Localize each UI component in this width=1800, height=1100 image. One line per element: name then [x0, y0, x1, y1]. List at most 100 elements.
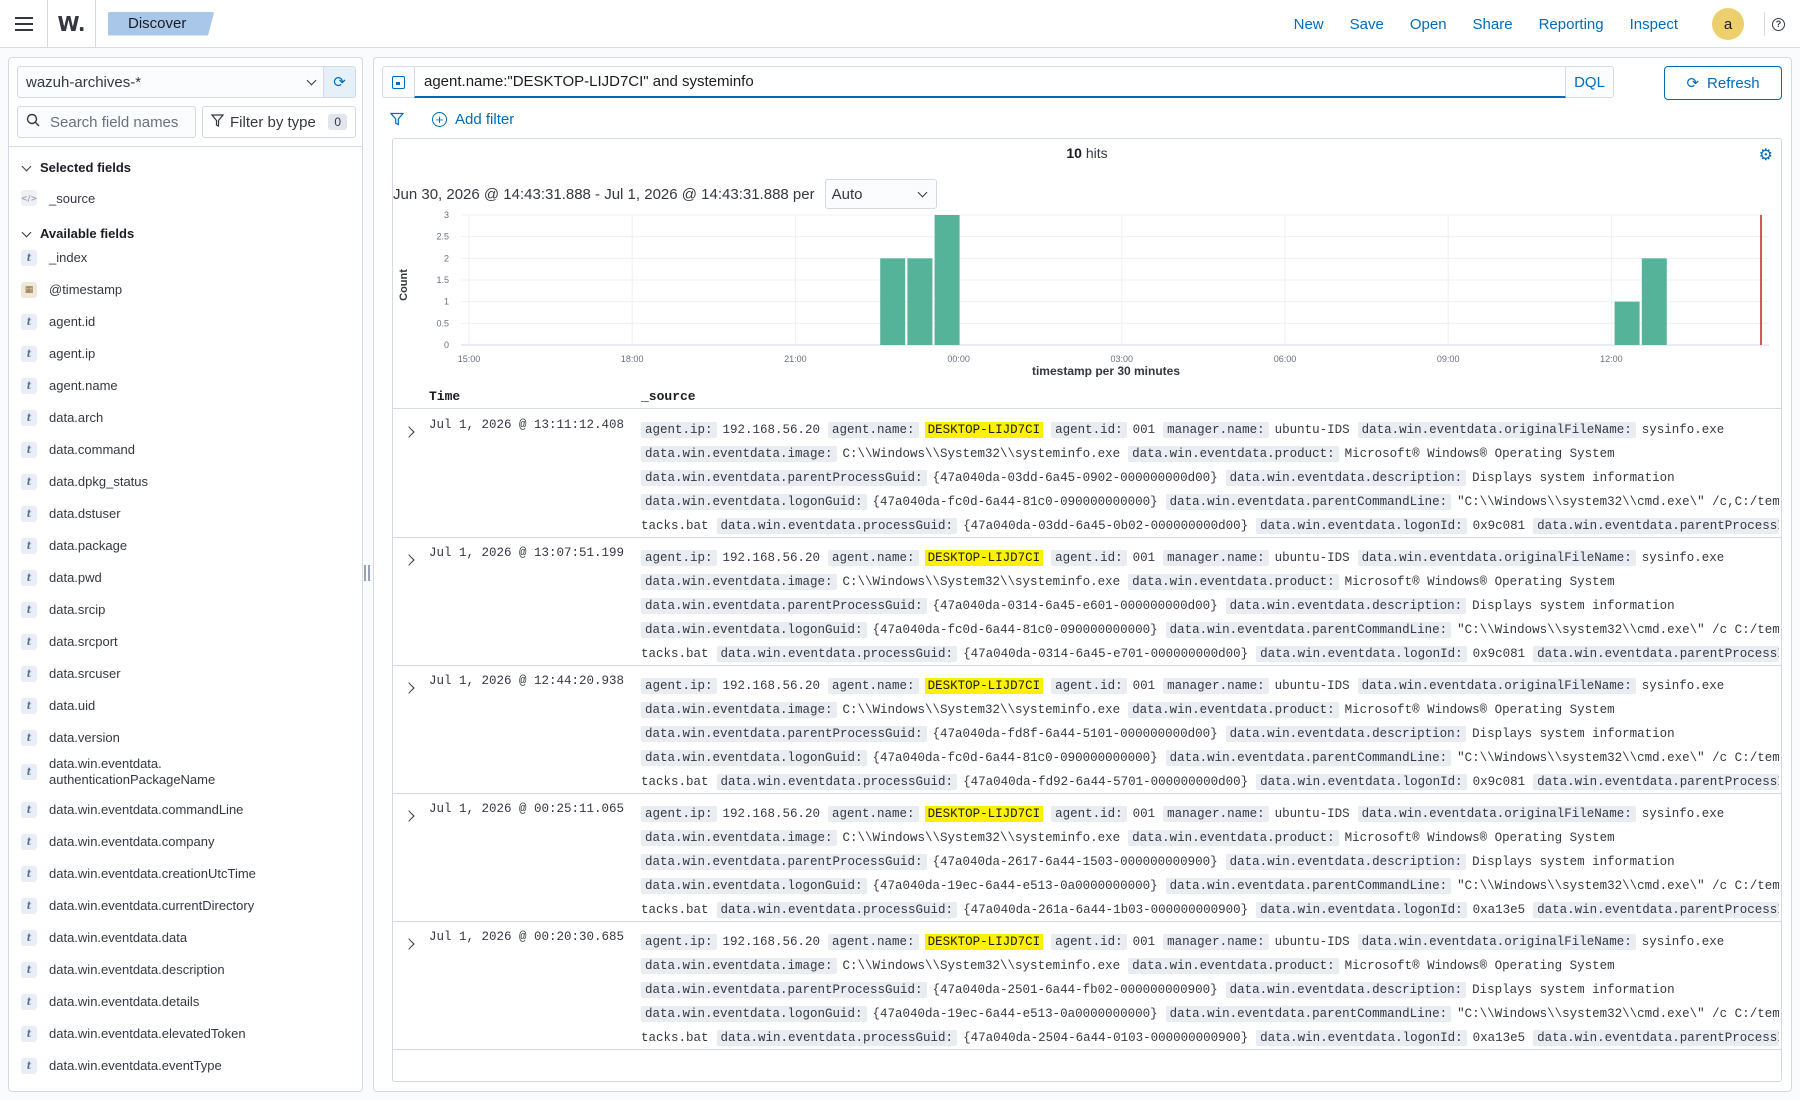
expand-row-chevron-icon[interactable] [403, 682, 415, 694]
chevron-down-icon [306, 75, 317, 86]
saved-query-icon[interactable] [382, 66, 414, 98]
field-key: data.win.eventdata.processGuid: [716, 518, 958, 534]
reporting-button[interactable]: Reporting [1539, 16, 1604, 33]
field-item[interactable]: t data.win.eventdata.company [21, 834, 215, 850]
field-key: data.win.eventdata.parentProcessGuid: [641, 470, 927, 486]
inspect-button[interactable]: Inspect [1630, 16, 1678, 33]
field-item[interactable]: t agent.name [21, 378, 118, 394]
field-item[interactable]: t data.dstuser [21, 506, 121, 522]
selected-fields-title: Selected fields [40, 160, 132, 175]
field-item[interactable]: t data.win.eventdata.elevatedToken [21, 1026, 246, 1042]
row-timestamp: Jul 1, 2026 @ 00:25:11.065 [429, 802, 625, 816]
field-key: data.win.eventdata.product: [1128, 574, 1339, 590]
field-item[interactable]: t agent.ip [21, 346, 95, 362]
histogram-bar [907, 258, 933, 345]
field-item[interactable]: t _index [21, 250, 87, 266]
field-value: Displays system information [1472, 599, 1675, 613]
interval-select[interactable]: Auto [824, 179, 937, 209]
y-tick-label: 0.5 [436, 318, 449, 328]
field-item[interactable]: t data.dpkg_status [21, 474, 148, 490]
y-tick-label: 1.5 [436, 275, 449, 285]
field-key: data.win.eventdata.description: [1225, 726, 1467, 742]
available-fields-toggle[interactable]: Available fields [21, 226, 134, 241]
refresh-index-icon[interactable]: ⟳ [324, 66, 356, 98]
column-header-source[interactable]: _source [641, 389, 696, 404]
expand-row-chevron-icon[interactable] [403, 426, 415, 438]
search-field-names-input[interactable]: Search field names [17, 106, 196, 138]
field-value: 192.168.56.20 [722, 679, 821, 693]
field-key: data.win.eventdata.parentProcessGuid: [641, 726, 927, 742]
field-item[interactable]: t agent.id [21, 314, 95, 330]
table-row: Jul 1, 2026 @ 00:20:30.685 agent.ip: 192.1… [393, 922, 1781, 1050]
save-button[interactable]: Save [1350, 16, 1384, 33]
field-value: sysinfo.exe [1641, 807, 1725, 821]
filter-by-type-button[interactable]: Filter by type 0 [202, 106, 356, 138]
filter-by-type-label: Filter by type [230, 113, 316, 131]
histogram-chart[interactable]: 0 0.5 1 1.5 2 2.5 3 15:00 18:00 21:00 00:00 03:00 06… [393, 207, 1782, 377]
field-item[interactable]: t data.command [21, 442, 135, 458]
column-header-time[interactable]: Time [429, 389, 460, 404]
chart-options-gear-icon[interactable]: ⚙ [1759, 145, 1773, 165]
field-key: data.win.eventdata.description: [1225, 854, 1467, 870]
refresh-button[interactable]: ⟳ Refresh [1664, 66, 1782, 100]
field-item[interactable]: t data.win.eventdata.data [21, 930, 187, 946]
field-item[interactable]: t data.uid [21, 698, 95, 714]
hits-count: 10 hits [393, 145, 1781, 161]
field-key: data.win.eventdata.parentProcessId: [1533, 774, 1779, 790]
help-icon[interactable]: ? [1764, 12, 1792, 36]
share-button[interactable]: Share [1473, 16, 1513, 33]
avatar[interactable]: a [1712, 8, 1744, 40]
open-button[interactable]: Open [1410, 16, 1447, 33]
app-logo[interactable]: W. [48, 0, 96, 48]
string-type-icon: t [21, 962, 37, 978]
field-item[interactable]: t data.srcuser [21, 666, 121, 682]
field-item[interactable]: t data.srcport [21, 634, 118, 650]
field-item[interactable]: t data.win.eventdata.description [21, 962, 225, 978]
field-key: data.win.eventdata.product: [1128, 958, 1339, 974]
field-name: @timestamp [49, 282, 123, 297]
search-icon [26, 113, 40, 131]
field-name: data.win.eventdata.elevatedToken [49, 1026, 246, 1041]
source-line: tacks.bat data.win.eventdata.processGuid:… [641, 642, 1779, 666]
field-item[interactable]: t data.win.eventdata.eventType [21, 1058, 222, 1074]
field-name: data.win.eventdata.creationUtcTime [49, 866, 256, 881]
sidebar-resize-handle[interactable] [364, 565, 370, 581]
field-item[interactable]: t data.pwd [21, 570, 102, 586]
field-value: 0xa13e5 [1472, 1031, 1526, 1045]
field-item[interactable]: t data.srcip [21, 602, 105, 618]
row-timestamp: Jul 1, 2026 @ 12:44:20.938 [429, 674, 625, 688]
expand-row-chevron-icon[interactable] [403, 938, 415, 950]
add-filter-button[interactable]: + Add filter [432, 111, 514, 128]
query-language-button[interactable]: DQL [1566, 66, 1614, 98]
selected-fields-toggle[interactable]: Selected fields [21, 160, 132, 175]
index-pattern-select[interactable]: wazuh-archives-* [17, 66, 324, 98]
new-button[interactable]: New [1294, 16, 1324, 33]
expand-row-chevron-icon[interactable] [403, 554, 415, 566]
field-value: "C:\\Windows\\system32\\cmd.exe\" /c,C:/… [1457, 495, 1779, 509]
source-line: agent.ip: 192.168.56.20 agent.name: DESKTOP… [641, 546, 1779, 570]
field-item[interactable]: t data.version [21, 730, 120, 746]
expand-row-chevron-icon[interactable] [403, 810, 415, 822]
field-item-source[interactable]: </> _source [21, 190, 95, 206]
field-key: manager.name: [1163, 806, 1269, 822]
field-item[interactable]: t data.win.eventdata.details [21, 994, 199, 1010]
string-type-icon: t [21, 410, 37, 426]
field-item[interactable]: t data.package [21, 538, 127, 554]
field-value: {47a040da-fd92-6a44-5701-000000000d00} [963, 775, 1249, 789]
field-item[interactable]: t data.arch [21, 410, 103, 426]
highlighted-value: DESKTOP-LIJD7CI [924, 422, 1044, 438]
field-item[interactable]: t data.win.eventdata.currentDirectory [21, 898, 254, 914]
field-item[interactable]: t data.win.eventdata.creationUtcTime [21, 866, 256, 882]
field-item[interactable]: ▦ @timestamp [21, 282, 122, 298]
field-value: {47a040da-0314-6a45-e701-000000000d00} [963, 647, 1249, 661]
field-key: manager.name: [1163, 422, 1269, 438]
menu-icon[interactable] [0, 0, 48, 48]
query-input[interactable]: agent.name:"DESKTOP-LIJD7CI" and systemi… [414, 66, 1566, 98]
breadcrumb-discover[interactable]: Discover [108, 11, 215, 36]
filter-funnel-icon[interactable] [389, 112, 405, 126]
field-item[interactable]: t data.win.eventdata. authenticationPacka… [21, 756, 215, 788]
field-item[interactable]: t data.win.eventdata.commandLine [21, 802, 243, 818]
funnel-icon [210, 113, 225, 131]
field-key: data.win.eventdata.parentProcessId: [1533, 902, 1779, 918]
field-name: data.uid [49, 698, 96, 713]
